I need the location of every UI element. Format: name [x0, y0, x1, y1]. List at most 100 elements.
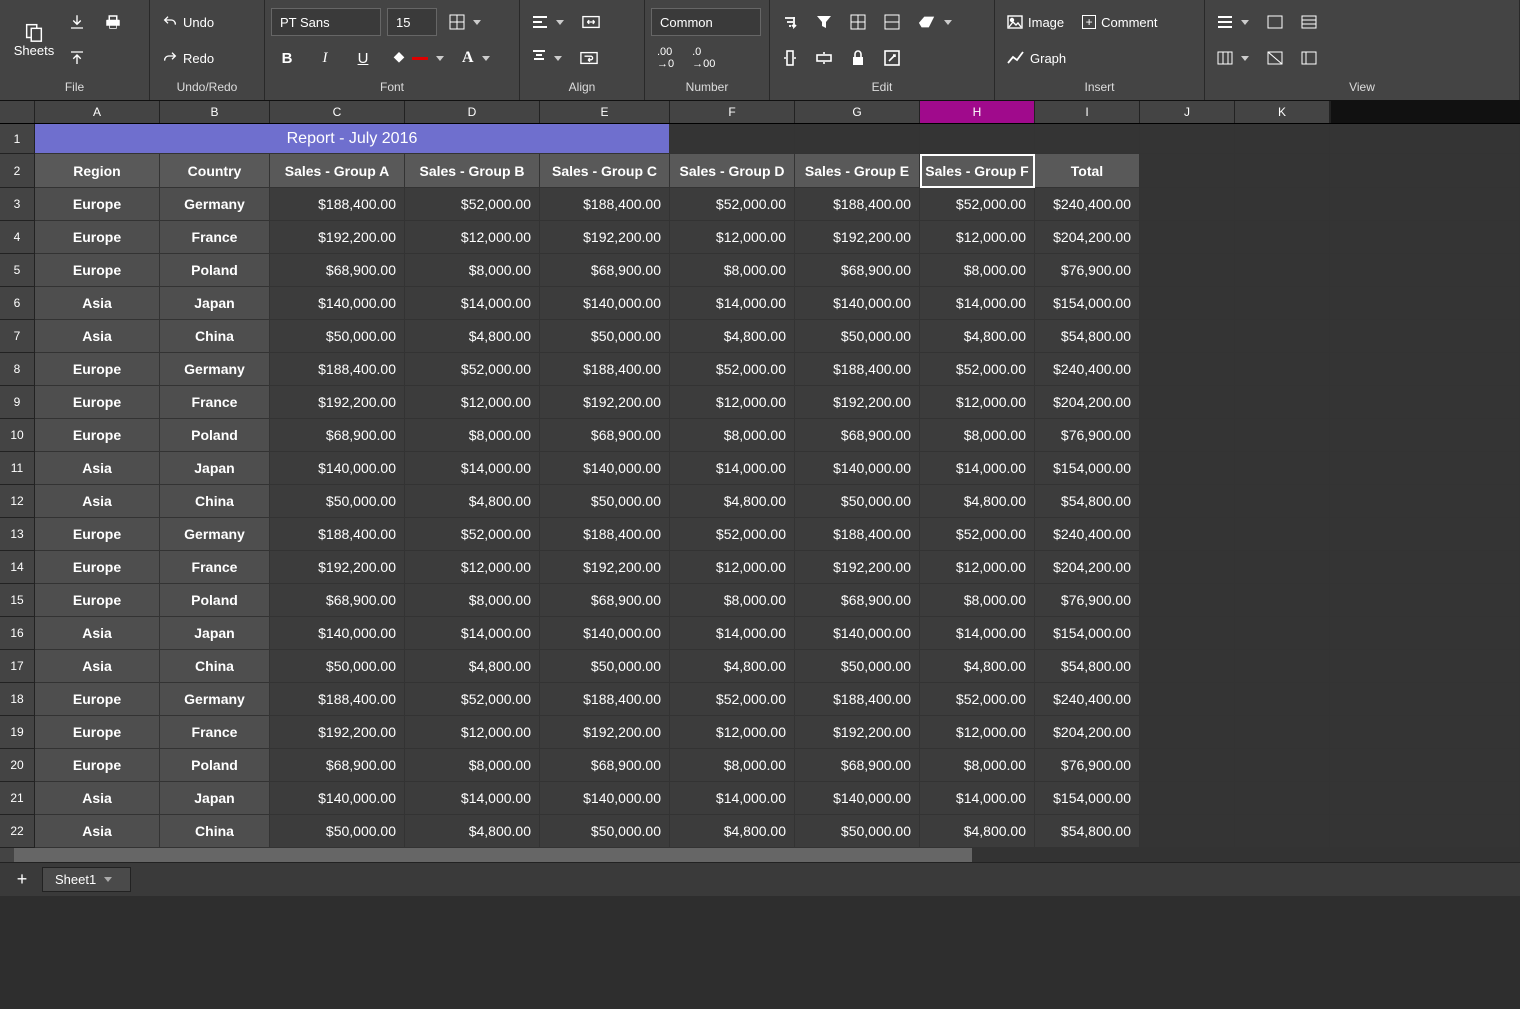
sort-button[interactable] — [776, 8, 804, 36]
cell[interactable] — [1140, 716, 1235, 749]
cell[interactable] — [1140, 419, 1235, 452]
cell[interactable] — [1235, 154, 1330, 188]
data-cell[interactable]: $4,800.00 — [405, 815, 540, 848]
number-format-select[interactable]: Common — [651, 8, 761, 36]
stripe-cell[interactable]: China — [160, 320, 270, 353]
stripe-cell[interactable]: Germany — [160, 683, 270, 716]
stripe-cell[interactable]: Poland — [160, 584, 270, 617]
cell[interactable] — [1140, 386, 1235, 419]
data-cell[interactable]: $14,000.00 — [405, 452, 540, 485]
cell[interactable] — [1235, 386, 1330, 419]
header-cell[interactable]: Country — [160, 154, 270, 188]
stripe-cell[interactable]: Europe — [35, 221, 160, 254]
data-cell[interactable]: $12,000.00 — [920, 386, 1035, 419]
stripe-cell[interactable]: France — [160, 551, 270, 584]
data-cell[interactable]: $12,000.00 — [670, 551, 795, 584]
stripe-cell[interactable]: Japan — [160, 617, 270, 650]
data-cell[interactable]: $68,900.00 — [795, 419, 920, 452]
row-header-11[interactable]: 11 — [0, 452, 35, 485]
data-cell[interactable]: $192,200.00 — [540, 551, 670, 584]
data-cell[interactable]: $14,000.00 — [670, 287, 795, 320]
decrease-decimal-button[interactable]: .0→00 — [686, 44, 721, 72]
row-header-21[interactable]: 21 — [0, 782, 35, 815]
data-cell[interactable]: $50,000.00 — [795, 485, 920, 518]
data-cell[interactable]: $188,400.00 — [795, 353, 920, 386]
stripe-cell[interactable]: Japan — [160, 287, 270, 320]
cell[interactable] — [1235, 124, 1330, 154]
data-cell[interactable]: $4,800.00 — [405, 320, 540, 353]
stripe-cell[interactable]: Europe — [35, 518, 160, 551]
scroll-left-button[interactable] — [0, 848, 14, 862]
column-button[interactable] — [776, 44, 804, 72]
data-cell[interactable]: $8,000.00 — [920, 254, 1035, 287]
column-header-H[interactable]: H — [920, 101, 1035, 123]
cell[interactable] — [1235, 353, 1330, 386]
data-cell[interactable]: $8,000.00 — [920, 584, 1035, 617]
data-cell[interactable]: $8,000.00 — [920, 419, 1035, 452]
data-cell[interactable]: $188,400.00 — [795, 188, 920, 221]
cell[interactable] — [1235, 320, 1330, 353]
italic-button[interactable]: I — [309, 44, 341, 72]
view-formula-button[interactable] — [1295, 44, 1323, 72]
cell[interactable] — [1140, 782, 1235, 815]
row-header-5[interactable]: 5 — [0, 254, 35, 287]
stripe-cell[interactable]: Europe — [35, 584, 160, 617]
data-cell[interactable]: $76,900.00 — [1035, 254, 1140, 287]
data-cell[interactable]: $140,000.00 — [795, 452, 920, 485]
scroll-thumb[interactable] — [14, 848, 972, 862]
cell[interactable] — [1235, 683, 1330, 716]
stripe-cell[interactable]: Europe — [35, 749, 160, 782]
data-cell[interactable]: $4,800.00 — [670, 320, 795, 353]
data-cell[interactable]: $50,000.00 — [540, 815, 670, 848]
data-cell[interactable]: $8,000.00 — [670, 419, 795, 452]
column-header-E[interactable]: E — [540, 101, 670, 123]
data-cell[interactable]: $8,000.00 — [405, 749, 540, 782]
stripe-cell[interactable]: Asia — [35, 287, 160, 320]
data-cell[interactable]: $50,000.00 — [795, 320, 920, 353]
row-header-20[interactable]: 20 — [0, 749, 35, 782]
data-cell[interactable]: $140,000.00 — [795, 782, 920, 815]
cell[interactable] — [1140, 254, 1235, 287]
row-header-13[interactable]: 13 — [0, 518, 35, 551]
stripe-cell[interactable]: China — [160, 485, 270, 518]
stripe-cell[interactable]: Germany — [160, 353, 270, 386]
cell[interactable] — [1140, 749, 1235, 782]
column-header-K[interactable]: K — [1235, 101, 1330, 123]
data-cell[interactable]: $68,900.00 — [540, 584, 670, 617]
data-cell[interactable]: $76,900.00 — [1035, 584, 1140, 617]
data-cell[interactable]: $14,000.00 — [405, 782, 540, 815]
column-header-C[interactable]: C — [270, 101, 405, 123]
cell[interactable] — [1140, 518, 1235, 551]
view-columns-button[interactable] — [1211, 44, 1255, 72]
data-cell[interactable]: $4,800.00 — [670, 815, 795, 848]
cell[interactable] — [1140, 188, 1235, 221]
data-cell[interactable]: $8,000.00 — [405, 584, 540, 617]
data-cell[interactable]: $12,000.00 — [405, 716, 540, 749]
data-cell[interactable]: $54,800.00 — [1035, 815, 1140, 848]
data-cell[interactable]: $188,400.00 — [540, 518, 670, 551]
column-header-I[interactable]: I — [1035, 101, 1140, 123]
data-cell[interactable]: $204,200.00 — [1035, 551, 1140, 584]
data-cell[interactable]: $12,000.00 — [670, 386, 795, 419]
data-cell[interactable]: $50,000.00 — [540, 320, 670, 353]
data-cell[interactable]: $12,000.00 — [405, 386, 540, 419]
stripe-cell[interactable]: Europe — [35, 188, 160, 221]
data-cell[interactable]: $204,200.00 — [1035, 716, 1140, 749]
stripe-cell[interactable]: Germany — [160, 518, 270, 551]
data-cell[interactable]: $188,400.00 — [795, 518, 920, 551]
view-freeze-button[interactable] — [1261, 44, 1289, 72]
data-cell[interactable]: $140,000.00 — [540, 782, 670, 815]
data-cell[interactable]: $14,000.00 — [405, 287, 540, 320]
data-cell[interactable]: $140,000.00 — [270, 452, 405, 485]
data-cell[interactable]: $52,000.00 — [405, 683, 540, 716]
data-cell[interactable]: $4,800.00 — [920, 650, 1035, 683]
cell[interactable] — [1140, 683, 1235, 716]
header-cell[interactable]: Sales - Group B — [405, 154, 540, 188]
data-cell[interactable]: $14,000.00 — [920, 782, 1035, 815]
clear-button[interactable] — [912, 8, 958, 36]
data-cell[interactable]: $54,800.00 — [1035, 650, 1140, 683]
data-cell[interactable]: $4,800.00 — [670, 650, 795, 683]
data-cell[interactable]: $14,000.00 — [920, 617, 1035, 650]
cell[interactable] — [1235, 419, 1330, 452]
cell[interactable] — [1035, 124, 1140, 154]
